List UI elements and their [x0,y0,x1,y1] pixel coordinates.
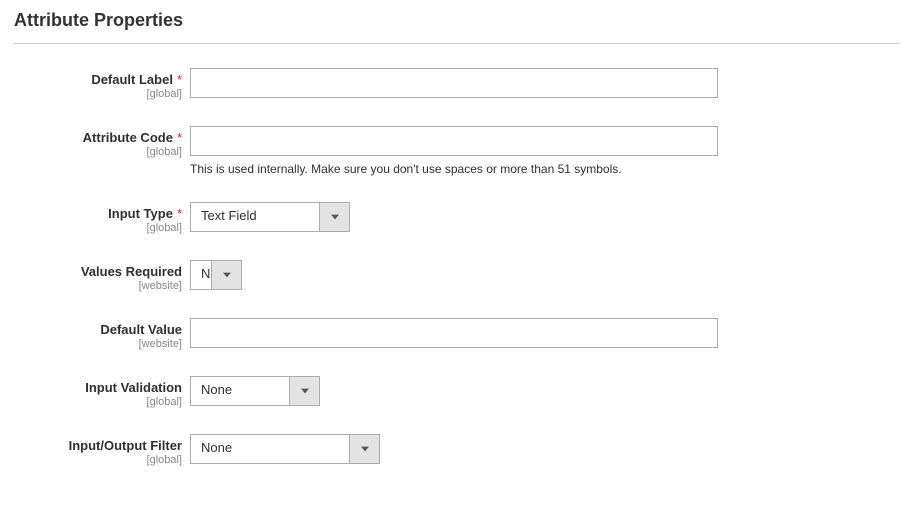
default-value-input[interactable] [190,318,718,348]
scope-label: [global] [14,222,182,234]
input-col: No [190,260,718,290]
attribute-code-input[interactable] [190,126,718,156]
label-values-required: Values Required [81,264,182,279]
select-value: Text Field [191,203,319,231]
input-col: None [190,434,718,464]
scope-label: [global] [14,146,182,158]
required-mark: * [177,72,182,87]
select-value: No [191,261,211,289]
scope-label: [global] [14,396,182,408]
input-type-select[interactable]: Text Field [190,202,350,232]
field-values-required: Values Required [website] No [14,260,900,292]
values-required-select[interactable]: No [190,260,242,290]
input-col [190,68,718,98]
label-attribute-code: Attribute Code [83,130,173,145]
chevron-down-icon [319,203,349,231]
required-mark: * [177,130,182,145]
label-col: Input Validation [global] [14,376,190,408]
input-col: None [190,376,718,406]
label-col: Values Required [website] [14,260,190,292]
io-filter-select[interactable]: None [190,434,380,464]
field-input-validation: Input Validation [global] None [14,376,900,408]
label-col: Attribute Code * [global] [14,126,190,158]
select-value: None [191,435,349,463]
select-value: None [191,377,289,405]
label-col: Default Label * [global] [14,68,190,100]
label-input-type: Input Type [108,206,173,221]
chevron-down-icon [289,377,319,405]
scope-label: [global] [14,88,182,100]
label-io-filter: Input/Output Filter [69,438,182,453]
scope-label: [website] [14,280,182,292]
input-col [190,318,718,348]
field-default-label: Default Label * [global] [14,68,900,100]
field-io-filter: Input/Output Filter [global] None [14,434,900,466]
label-default-label: Default Label [91,72,173,87]
scope-label: [global] [14,454,182,466]
label-default-value: Default Value [100,322,182,337]
section-title: Attribute Properties [14,10,900,44]
chevron-down-icon [211,261,241,289]
input-col: Text Field [190,202,718,232]
label-col: Input Type * [global] [14,202,190,234]
field-input-type: Input Type * [global] Text Field [14,202,900,234]
label-col: Default Value [website] [14,318,190,350]
chevron-down-icon [349,435,379,463]
field-default-value: Default Value [website] [14,318,900,350]
scope-label: [website] [14,338,182,350]
input-validation-select[interactable]: None [190,376,320,406]
input-col: This is used internally. Make sure you d… [190,126,718,176]
default-label-input[interactable] [190,68,718,98]
label-input-validation: Input Validation [85,380,182,395]
required-mark: * [177,206,182,221]
label-col: Input/Output Filter [global] [14,434,190,466]
attribute-code-note: This is used internally. Make sure you d… [190,162,718,176]
field-attribute-code: Attribute Code * [global] This is used in… [14,126,900,176]
